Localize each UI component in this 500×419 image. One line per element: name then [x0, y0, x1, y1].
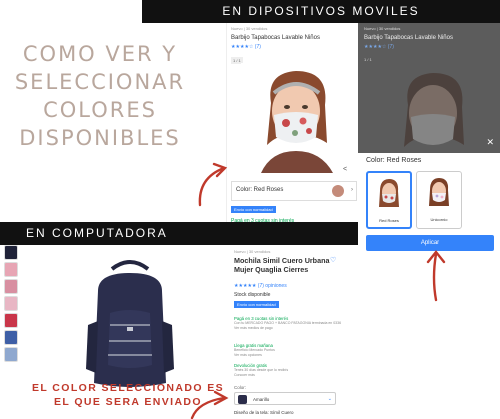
color-option-red-roses[interactable]: Red Roses	[366, 171, 412, 229]
heart-icon[interactable]: ♡	[330, 256, 336, 264]
shipping-more-link[interactable]: Ver más opciones	[234, 353, 342, 358]
option-photo	[379, 179, 399, 207]
product-photo-dimmed	[404, 73, 464, 147]
payment-more-link[interactable]: Ver más medios de pago	[234, 326, 342, 331]
mobile-banner: EN DIPOSITIVOS MOVILES	[142, 0, 500, 23]
main-title-line-4: DISPONIBLES	[19, 126, 181, 150]
stock-status: Stock disponible	[234, 292, 271, 298]
fabric-label: Diseño de la tela: Símil Cuero	[234, 410, 294, 415]
main-title-line-3: COLORES	[43, 98, 157, 122]
chevron-right-icon: ›	[351, 187, 353, 193]
caption-line-2: EL QUE SERA ENVIADO	[54, 396, 202, 408]
payment-info: Pagá en 3 cuotas sin interés Con tu MERC…	[234, 316, 342, 331]
shipping-info: Llega gratis mañana Beneficio Mercado Pu…	[234, 343, 342, 358]
main-title: COMO VER Y SELECCIONAR COLORES DISPONIBL…	[4, 40, 196, 152]
thumbnail-blue[interactable]	[4, 330, 18, 345]
shipping-badge: Envío con normalidad	[234, 301, 279, 308]
option-label: Unicornio	[430, 217, 448, 222]
thumbnail-red[interactable]	[4, 313, 18, 328]
product-title: Barbijo Tapabocas Lavable Niños	[231, 35, 320, 41]
option-photo	[429, 178, 449, 206]
breadcrumb: Nuevo | 30 vendidos	[231, 26, 268, 31]
return-more-link[interactable]: Conocer más	[234, 373, 342, 378]
rating-stars: ★★★★★ (7) opiniones	[234, 283, 287, 289]
thumbnail-navy[interactable]	[4, 245, 18, 260]
image-pager: 1 / 1	[364, 57, 372, 62]
caption: EL COLOR SELECCIONADO ES EL QUE SERA ENV…	[28, 381, 228, 409]
thumbnail-light-blue[interactable]	[4, 347, 18, 362]
return-info: Devolución gratis Tenés 30 días desde qu…	[234, 363, 342, 378]
color-label: Color:	[234, 385, 247, 390]
product-photo-child-mask	[241, 63, 351, 173]
main-title-line-2: SELECCIONAR	[14, 70, 186, 94]
arrow-to-mobile-color	[198, 166, 226, 207]
thumbnail-light-pink[interactable]	[4, 296, 18, 311]
mobile-product-screen: Nuevo | 30 vendidos Barbijo Tapabocas La…	[226, 23, 357, 236]
color-option-unicornio[interactable]: Unicornio	[416, 171, 462, 229]
color-dropdown[interactable]: Amarillo ⌄	[234, 392, 336, 405]
shipping-badge: Envío con normalidad	[231, 206, 276, 213]
arrow-to-mobile-color-head	[212, 162, 228, 178]
rating-stars: ★★★★☆ (7)	[364, 44, 394, 50]
thumbnail-rose[interactable]	[4, 279, 18, 294]
breadcrumb: Nuevo | 30 vendidos	[364, 26, 401, 31]
close-icon[interactable]: ✕	[486, 137, 494, 148]
product-photo-backpack	[86, 260, 174, 387]
chevron-down-icon: ⌄	[327, 396, 332, 402]
option-label: Red Roses	[379, 218, 399, 223]
tutorial-page: COMO VER Y SELECCIONAR COLORES DISPONIBL…	[0, 0, 500, 419]
mobile-picker-background: Nuevo | 30 vendidos Barbijo Tapabocas La…	[358, 23, 500, 153]
apply-button[interactable]: Aplicar	[366, 235, 494, 251]
thumbnail-strip	[4, 245, 20, 364]
color-selector-row[interactable]: Color: Red Roses ›	[231, 181, 357, 201]
color-picker-modal: ✕ Color: Red Roses Red Roses Unicornio A…	[358, 137, 500, 261]
rating-stars: ★★★★☆ (7)	[231, 44, 261, 50]
color-dropdown-value: Amarillo	[253, 397, 270, 402]
product-title: Barbijo Tapabocas Lavable Niños	[364, 35, 453, 41]
picker-label: Color: Red Roses	[366, 157, 422, 164]
color-thumbnail	[238, 395, 247, 404]
color-selector-label: Color: Red Roses	[236, 187, 284, 193]
breadcrumb: Nuevo | 30 vendidos	[234, 249, 271, 254]
main-title-line-1: COMO VER Y	[22, 42, 178, 66]
product-title: Mochila Simil Cuero Urbana Mujer Quaglia…	[234, 256, 330, 274]
thumbnail-pink[interactable]	[4, 262, 18, 277]
desktop-banner: EN COMPUTADORA	[0, 222, 358, 245]
color-thumbnail	[332, 185, 344, 197]
caption-line-1: EL COLOR SELECCIONADO ES	[31, 382, 225, 394]
share-icon[interactable]: <	[343, 166, 347, 173]
